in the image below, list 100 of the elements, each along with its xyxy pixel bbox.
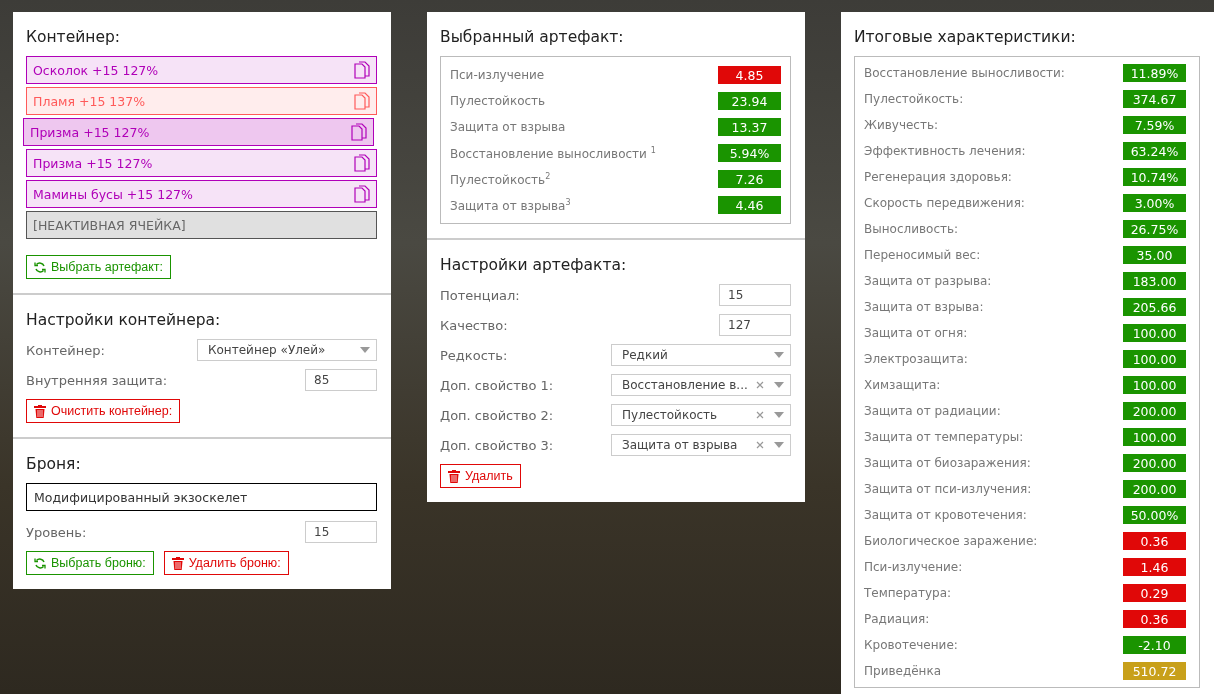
field-label: Внутренняя защита: [26,372,168,388]
stat-value: 7.26 [718,170,781,188]
field-label: Контейнер: [26,342,105,358]
input-field[interactable]: 15 [719,284,791,306]
field-label: Потенциал: [440,287,520,303]
stat-value: 374.67 [1123,90,1186,108]
stat-name: Защита от разрыва: [864,274,992,288]
stat-value: 50.00% [1123,506,1186,524]
stat-value: 23.94 [718,92,781,110]
section-title: Броня: [26,455,81,473]
stat-name: Защита от взрыва: [864,300,984,314]
stat-name: Эффективность лечения: [864,144,1026,158]
stat-name: Кровотечение: [864,638,958,652]
artifact-slot[interactable]: Призма +15 127% [23,118,374,146]
stat-name: Защита от кровотечения: [864,508,1027,522]
caret-icon [774,412,784,418]
stat-value: 10.74% [1123,168,1186,186]
dropdown[interactable]: Защита от взрыва [611,434,791,456]
field-label: Редкость: [440,347,508,363]
stat-value: 63.24% [1123,142,1186,160]
stat-value: 4.46 [718,196,781,214]
caret-icon [774,382,784,388]
artifact-slot[interactable]: Призма +15 127% [26,149,377,177]
stat-name: Регенерация здоровья: [864,170,1012,184]
stat-value: 0.29 [1123,584,1186,602]
stat-name: Пси-излучение [450,68,545,82]
stat-name: Пси-излучение: [864,560,963,574]
armor-field[interactable]: Модифицированный экзоскелет [26,483,377,511]
stat-name: Защита от огня: [864,326,968,340]
caret-icon [360,347,370,353]
delete-button[interactable]: Очистить контейнер: [26,399,181,423]
caret-icon [774,352,784,358]
dropdown[interactable]: Редкий [611,344,791,366]
stat-name: Защита от взрыва [450,120,566,134]
stat-value: 200.00 [1123,454,1186,472]
stat-value: 200.00 [1123,480,1186,498]
stat-name: Радиация: [864,612,930,626]
copy-icon [354,61,370,79]
section-title: Настройки контейнера: [26,311,221,329]
stat-name: Химзащита: [864,378,941,392]
copy-icon [354,154,370,172]
stat-value: 3.00% [1123,194,1186,212]
stat-name: Восстановление выносливости: [864,66,1065,80]
delete-button[interactable]: Удалить [440,464,521,488]
section-title: Выбранный артефакт: [440,28,624,46]
input-field[interactable]: 15 [305,521,377,543]
stat-name: Защита от биозаражения: [864,456,1031,470]
stat-value: -2.10 [1123,636,1186,654]
trash-icon [448,469,460,483]
stat-value: 26.75% [1123,220,1186,238]
stat-value: 205.66 [1123,298,1186,316]
caret-icon [774,442,784,448]
refresh-icon [34,260,46,274]
stat-value: 200.00 [1123,402,1186,420]
section-title: Контейнер: [26,28,120,46]
stat-value: 5.94% [718,144,781,162]
input-field[interactable]: 85 [305,369,377,391]
stat-value: 100.00 [1123,324,1186,342]
stat-name: Восстановление выносливости $^{1}$ [450,145,656,161]
stat-value: 11.89% [1123,64,1186,82]
stat-name: Живучесть: [864,118,939,132]
stat-name: Приведёнка [864,664,942,678]
stat-name: Биологическое заражение: [864,534,1038,548]
refresh-icon [34,556,46,570]
dropdown[interactable]: Пулестойкость [611,404,791,426]
stat-name: Выносливость: [864,222,959,236]
artifact-slot[interactable]: Мамины бусы +15 127% [26,180,377,208]
stat-name: Переносимый вес: [864,248,981,262]
delete-button[interactable]: Удалить броню: [163,551,289,575]
section-title: Настройки артефакта: [440,256,627,274]
section-title: Итоговые характеристики: [854,28,1076,46]
field-label: Уровень: [26,524,87,540]
stat-value: 4.85 [718,66,781,84]
stat-name: Электрозащита: [864,352,968,366]
artifact-slot[interactable]: Осколок +15 127% [26,56,377,84]
stat-value: 100.00 [1123,428,1186,446]
stat-value: 0.36 [1123,610,1186,628]
stat-name: Защита от взрыва$^{3}$ [450,197,571,213]
field-label: Доп. свойство 3: [440,437,554,453]
stat-name: Защита от температуры: [864,430,1024,444]
input-field[interactable]: 127 [719,314,791,336]
copy-icon [351,123,367,141]
stat-value: 183.00 [1123,272,1186,290]
dropdown[interactable]: Контейнер «Улей» [197,339,377,361]
stat-value: 13.37 [718,118,781,136]
clear-icon [756,441,764,449]
field-label: Качество: [440,317,508,333]
stat-name: Пулестойкость [450,94,546,108]
clear-icon [756,381,764,389]
stat-value: 35.00 [1123,246,1186,264]
stat-name: Защита от пси-излучения: [864,482,1032,496]
stat-value: 1.46 [1123,558,1186,576]
select-button[interactable]: Выбрать броню: [26,551,154,575]
copy-icon [354,92,370,110]
field-label: Доп. свойство 2: [440,407,554,423]
stat-value: 0.36 [1123,532,1186,550]
dropdown[interactable]: Восстановление в... [611,374,791,396]
stat-value: 510.72 [1123,662,1186,680]
select-button[interactable]: Выбрать артефакт: [26,255,172,279]
stat-value: 7.59% [1123,116,1186,134]
